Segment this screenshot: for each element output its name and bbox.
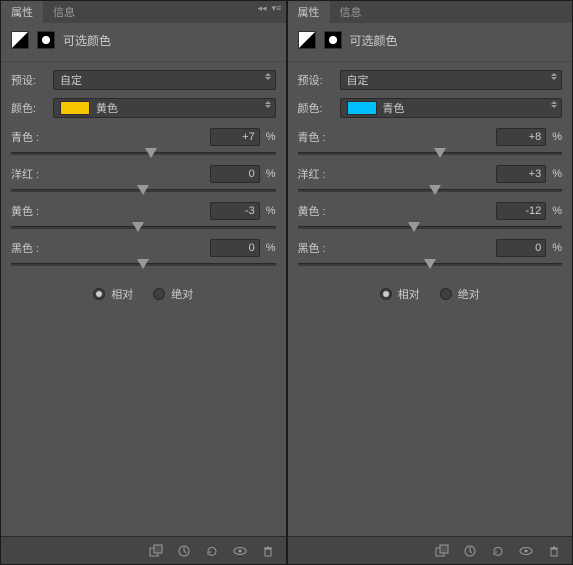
cyan-slider-row: 青色 : % bbox=[1, 122, 286, 159]
adjustment-title: 可选颜色 bbox=[63, 32, 111, 49]
radio-icon bbox=[153, 288, 165, 300]
yellow-thumb[interactable] bbox=[408, 222, 420, 232]
black-thumb[interactable] bbox=[137, 259, 149, 269]
cyan-track[interactable] bbox=[298, 152, 563, 155]
color-row: 颜色: 黄色 bbox=[1, 94, 286, 122]
panel-header: 属性 信息 bbox=[288, 1, 573, 23]
color-name: 黄色 bbox=[96, 100, 118, 116]
panel-footer bbox=[1, 536, 286, 564]
cyan-input[interactable] bbox=[210, 128, 260, 146]
preset-dropdown[interactable]: 自定 bbox=[340, 70, 563, 90]
previous-state-icon[interactable] bbox=[462, 543, 478, 559]
adjustment-title: 可选颜色 bbox=[350, 32, 398, 49]
adjustment-header: 可选颜色 bbox=[288, 23, 573, 57]
percent-label: % bbox=[266, 131, 276, 143]
yellow-input[interactable] bbox=[496, 202, 546, 220]
yellow-track[interactable] bbox=[298, 226, 563, 229]
tab-info[interactable]: 信息 bbox=[43, 1, 85, 23]
black-slider-row: 黑色 : % bbox=[288, 233, 573, 270]
mask-icon[interactable] bbox=[37, 31, 55, 49]
tab-info[interactable]: 信息 bbox=[330, 1, 372, 23]
cyan-thumb[interactable] bbox=[145, 148, 157, 158]
cyan-slider-row: 青色 : % bbox=[288, 122, 573, 159]
tab-properties[interactable]: 属性 bbox=[1, 1, 43, 23]
magenta-input[interactable] bbox=[496, 165, 546, 183]
radio-icon bbox=[440, 288, 452, 300]
magenta-track[interactable] bbox=[298, 189, 563, 192]
black-track[interactable] bbox=[11, 263, 276, 266]
preset-value: 自定 bbox=[347, 72, 369, 88]
preset-dropdown[interactable]: 自定 bbox=[53, 70, 276, 90]
selective-color-panel-right: 思缘设计论坛 WWW.MISSYUAN.COM 属性 信息 可选颜色 预设: 自… bbox=[288, 1, 573, 564]
magenta-track[interactable] bbox=[11, 189, 276, 192]
yellow-label: 黄色 : bbox=[11, 203, 39, 219]
preset-row: 预设: 自定 bbox=[1, 66, 286, 94]
reset-icon[interactable] bbox=[490, 543, 506, 559]
panel-header: 属性 信息 ◂◂ ▾≡ bbox=[1, 1, 286, 23]
yellow-slider-row: 黄色 : % bbox=[1, 196, 286, 233]
black-input[interactable] bbox=[496, 239, 546, 257]
clip-icon[interactable] bbox=[148, 543, 164, 559]
visibility-icon[interactable] bbox=[232, 543, 248, 559]
adjustment-header: 可选颜色 bbox=[1, 23, 286, 57]
color-dropdown[interactable]: 青色 bbox=[340, 98, 563, 118]
yellow-track[interactable] bbox=[11, 226, 276, 229]
yellow-input[interactable] bbox=[210, 202, 260, 220]
mode-row: 相对 绝对 bbox=[288, 270, 573, 318]
magenta-slider-row: 洋红 : % bbox=[1, 159, 286, 196]
radio-icon bbox=[93, 288, 105, 300]
color-label: 颜色: bbox=[11, 100, 47, 116]
selective-color-panel-left: 属性 信息 ◂◂ ▾≡ 可选颜色 预设: 自定 颜色: 黄色 青色 : bbox=[1, 1, 286, 564]
color-swatch bbox=[347, 101, 377, 115]
color-swatch bbox=[60, 101, 90, 115]
magenta-thumb[interactable] bbox=[137, 185, 149, 195]
black-slider-row: 黑色 : % bbox=[1, 233, 286, 270]
absolute-label: 绝对 bbox=[171, 286, 193, 302]
relative-radio[interactable]: 相对 bbox=[93, 286, 133, 302]
adjustment-icon bbox=[11, 31, 29, 49]
radio-icon bbox=[380, 288, 392, 300]
color-row: 颜色: 青色 bbox=[288, 94, 573, 122]
cyan-track[interactable] bbox=[11, 152, 276, 155]
magenta-thumb[interactable] bbox=[429, 185, 441, 195]
menu-icon[interactable]: ▾≡ bbox=[272, 3, 282, 13]
visibility-icon[interactable] bbox=[518, 543, 534, 559]
black-track[interactable] bbox=[298, 263, 563, 266]
cyan-label: 青色 : bbox=[11, 129, 39, 145]
absolute-radio[interactable]: 绝对 bbox=[153, 286, 193, 302]
relative-label: 相对 bbox=[111, 286, 133, 302]
magenta-input[interactable] bbox=[210, 165, 260, 183]
reset-icon[interactable] bbox=[204, 543, 220, 559]
preset-label: 预设: bbox=[298, 72, 334, 88]
previous-state-icon[interactable] bbox=[176, 543, 192, 559]
yellow-slider-row: 黄色 : % bbox=[288, 196, 573, 233]
cyan-input[interactable] bbox=[496, 128, 546, 146]
tab-properties[interactable]: 属性 bbox=[288, 1, 330, 23]
color-label: 颜色: bbox=[298, 100, 334, 116]
black-thumb[interactable] bbox=[424, 259, 436, 269]
adjustment-icon bbox=[298, 31, 316, 49]
panel-controls: ◂◂ ▾≡ bbox=[258, 3, 282, 13]
relative-radio[interactable]: 相对 bbox=[380, 286, 420, 302]
trash-icon[interactable] bbox=[546, 543, 562, 559]
clip-icon[interactable] bbox=[434, 543, 450, 559]
preset-label: 预设: bbox=[11, 72, 47, 88]
trash-icon[interactable] bbox=[260, 543, 276, 559]
color-name: 青色 bbox=[383, 100, 405, 116]
absolute-radio[interactable]: 绝对 bbox=[440, 286, 480, 302]
preset-row: 预设: 自定 bbox=[288, 66, 573, 94]
cyan-thumb[interactable] bbox=[434, 148, 446, 158]
preset-value: 自定 bbox=[60, 72, 82, 88]
collapse-icon[interactable]: ◂◂ bbox=[258, 3, 268, 13]
magenta-slider-row: 洋红 : % bbox=[288, 159, 573, 196]
black-input[interactable] bbox=[210, 239, 260, 257]
mode-row: 相对 绝对 bbox=[1, 270, 286, 318]
black-label: 黑色 : bbox=[11, 240, 39, 256]
yellow-thumb[interactable] bbox=[132, 222, 144, 232]
magenta-label: 洋红 : bbox=[11, 166, 39, 182]
color-dropdown[interactable]: 黄色 bbox=[53, 98, 276, 118]
panel-footer bbox=[288, 536, 573, 564]
mask-icon[interactable] bbox=[324, 31, 342, 49]
